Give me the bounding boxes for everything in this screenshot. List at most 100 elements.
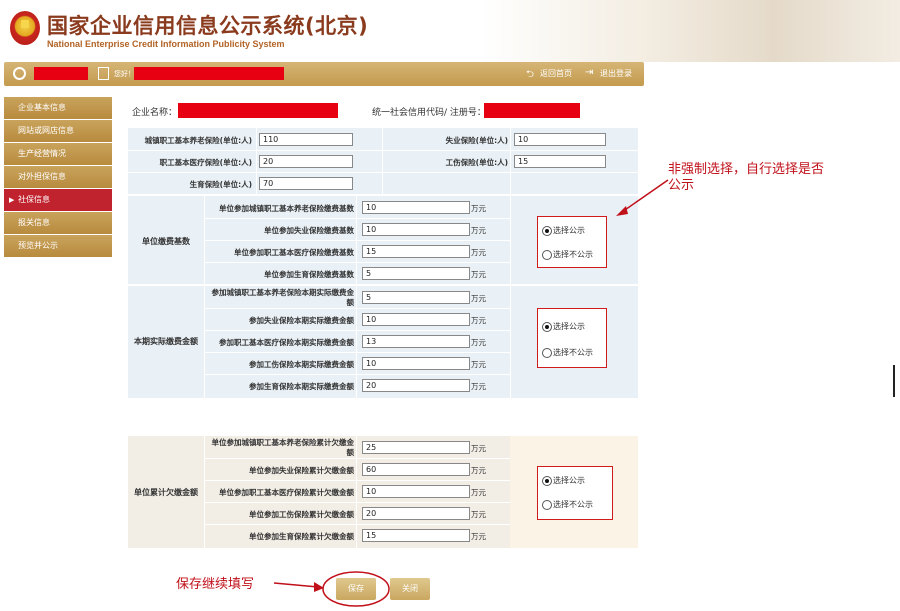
radio-public[interactable]: 选择公示 [542, 321, 585, 332]
radio-checked-icon [542, 321, 552, 332]
unemployment-arrears-label: 单位参加失业保险累计欠缴金额 [249, 466, 354, 475]
actual-paid-visibility-group: 选择公示 选择不公示 [537, 308, 607, 368]
radio-checked-icon [542, 225, 552, 236]
unit-label: 万元 [471, 294, 486, 303]
medical-arrears-input[interactable]: 10 [362, 485, 470, 498]
logout-icon[interactable]: ⇥ [585, 67, 593, 78]
maternity-arrears-label: 单位参加生育保险累计欠缴金额 [249, 532, 354, 541]
pension-count-input[interactable]: 110 [259, 133, 353, 146]
maternity-base-input[interactable]: 5 [362, 267, 470, 280]
unit-label: 万元 [471, 360, 486, 369]
sidebar-item-label: 生产经营情况 [18, 149, 66, 158]
redacted-username [34, 67, 88, 80]
save-button[interactable]: 保存 [336, 578, 376, 600]
redacted-company [134, 67, 284, 80]
home-link[interactable]: 返回首页 [540, 68, 572, 79]
unit-label: 万元 [471, 226, 486, 235]
pension-actual-label-line1: 参加城镇职工基本养老保险本期实际缴费金 [211, 288, 355, 297]
radio-public[interactable]: 选择公示 [542, 475, 585, 486]
pension-count-label: 城镇职工基本养老保险(单位:人) [144, 136, 252, 145]
sidebar-item-customs[interactable]: 报关信息 [4, 212, 112, 234]
save-arrow-line [273, 582, 319, 588]
caret-right-icon: ▶ [9, 196, 15, 204]
unemployment-actual-label: 参加失业保险本期实际缴费金额 [249, 316, 354, 325]
payment-base-section: 单位缴费基数 单位参加城镇职工基本养老保险缴费基数 10 万元 单位参加失业保险… [128, 196, 638, 284]
arrears-visibility-group: 选择公示 选择不公示 [537, 466, 613, 520]
unit-label: 万元 [471, 488, 486, 497]
payment-base-group-label: 单位缴费基数 [142, 237, 190, 246]
greeting-text: 您好！ [114, 70, 135, 78]
maternity-actual-input[interactable]: 20 [362, 379, 470, 392]
medical-base-input[interactable]: 15 [362, 245, 470, 258]
pension-arrears-input[interactable]: 25 [362, 441, 470, 454]
medical-actual-input[interactable]: 13 [362, 335, 470, 348]
injury-count-input[interactable]: 15 [514, 155, 606, 168]
medical-count-input[interactable]: 20 [259, 155, 353, 168]
injury-arrears-input[interactable]: 20 [362, 507, 470, 520]
sidebar-item-operations[interactable]: 生产经营情况 [4, 143, 112, 165]
injury-actual-input[interactable]: 10 [362, 357, 470, 370]
radio-public[interactable]: 选择公示 [542, 225, 585, 236]
save-note: 保存继续填写 [176, 577, 255, 592]
radio-private[interactable]: 选择不公示 [542, 249, 593, 260]
back-arrow-icon[interactable]: ⮌ [526, 67, 534, 84]
radio-unchecked-icon [542, 347, 552, 358]
header-background [480, 0, 900, 62]
credit-code-label: 统一社会信用代码/ 注册号： [372, 108, 486, 118]
clock-icon [13, 67, 26, 80]
unemployment-base-input[interactable]: 10 [362, 223, 470, 236]
optional-note-line2: 公示 [668, 178, 695, 193]
pension-actual-input[interactable]: 5 [362, 291, 470, 304]
actual-paid-group-label: 本期实际缴费金额 [134, 337, 198, 346]
sidebar-item-label: 对外担保信息 [18, 172, 66, 181]
unit-label: 万元 [471, 270, 486, 279]
medical-actual-label: 参加职工基本医疗保险本期实际缴费金额 [219, 338, 354, 347]
radio-private[interactable]: 选择不公示 [542, 499, 593, 510]
unit-label: 万元 [471, 338, 486, 347]
unemployment-count-input[interactable]: 10 [514, 133, 606, 146]
unit-label: 万元 [471, 510, 486, 519]
sidebar-item-label: 网站或网店信息 [18, 126, 74, 135]
maternity-actual-label: 参加生育保险本期实际缴费金额 [249, 382, 354, 391]
sidebar-item-basic-info[interactable]: 企业基本信息 [4, 97, 112, 119]
pension-arrears-label-line2: 额 [346, 448, 355, 457]
sidebar-item-label: 预览并公示 [18, 241, 58, 250]
radio-public-label: 选择公示 [553, 476, 585, 485]
unit-label: 万元 [471, 204, 486, 213]
sidebar-item-social-insurance[interactable]: ▶ 社保信息 [4, 189, 112, 211]
maternity-arrears-input[interactable]: 15 [362, 529, 470, 542]
building-icon [98, 67, 109, 80]
unit-label: 万元 [471, 382, 486, 391]
actual-paid-section: 本期实际缴费金额 参加城镇职工基本养老保险本期实际缴费金 额 5 万元 参加失业… [128, 286, 638, 398]
injury-count-label: 工伤保险(单位:人) [445, 158, 508, 167]
sidebar-item-preview-publish[interactable]: 预览并公示 [4, 235, 112, 257]
sidebar-item-label: 企业基本信息 [18, 103, 66, 112]
unit-label: 万元 [471, 316, 486, 325]
redacted-company-name [178, 103, 338, 118]
pension-base-input[interactable]: 10 [362, 201, 470, 214]
unemployment-base-label: 单位参加失业保险缴费基数 [264, 226, 354, 235]
redacted-credit-code [484, 103, 580, 118]
pension-arrears-label-line1: 单位参加城镇职工基本养老保险累计欠缴金 [211, 438, 355, 447]
site-header: 国家企业信用信息公示系统(北京) National Enterprise Cre… [0, 0, 900, 62]
close-button[interactable]: 关闭 [390, 578, 430, 600]
unemployment-arrears-input[interactable]: 60 [362, 463, 470, 476]
radio-private[interactable]: 选择不公示 [542, 347, 593, 358]
company-info-row: 企业名称： 统一社会信用代码/ 注册号： [128, 102, 638, 120]
logout-link[interactable]: 退出登录 [600, 68, 632, 79]
radio-unchecked-icon [542, 249, 552, 260]
unemployment-actual-input[interactable]: 10 [362, 313, 470, 326]
radio-unchecked-icon [542, 499, 552, 510]
sidebar-item-website[interactable]: 网站或网店信息 [4, 120, 112, 142]
radio-checked-icon [542, 475, 552, 486]
payment-base-visibility-group: 选择公示 选择不公示 [537, 216, 607, 268]
sidebar-item-label: 社保信息 [18, 195, 50, 204]
maternity-count-label: 生育保险(单位:人) [189, 180, 252, 189]
maternity-count-input[interactable]: 70 [259, 177, 353, 190]
radio-public-label: 选择公示 [553, 226, 585, 235]
company-name-label: 企业名称： [132, 108, 178, 118]
sidebar-item-guarantee[interactable]: 对外担保信息 [4, 166, 112, 188]
sidebar-nav: 企业基本信息 网站或网店信息 生产经营情况 对外担保信息 ▶ 社保信息 报关信息 … [4, 97, 112, 258]
site-subtitle: National Enterprise Credit Information P… [47, 39, 285, 49]
arrears-group-label: 单位累计欠缴金额 [134, 488, 198, 497]
